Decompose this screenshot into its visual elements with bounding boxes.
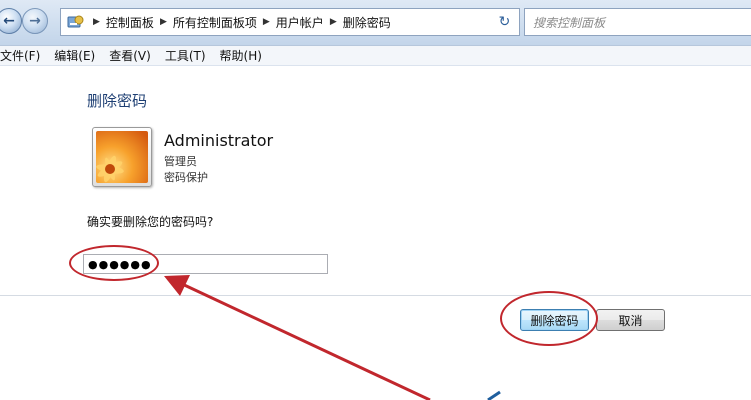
annotation-arrow-button	[487, 390, 501, 400]
annotation-arrows	[164, 275, 501, 400]
annotation-arrow-password	[164, 275, 431, 400]
